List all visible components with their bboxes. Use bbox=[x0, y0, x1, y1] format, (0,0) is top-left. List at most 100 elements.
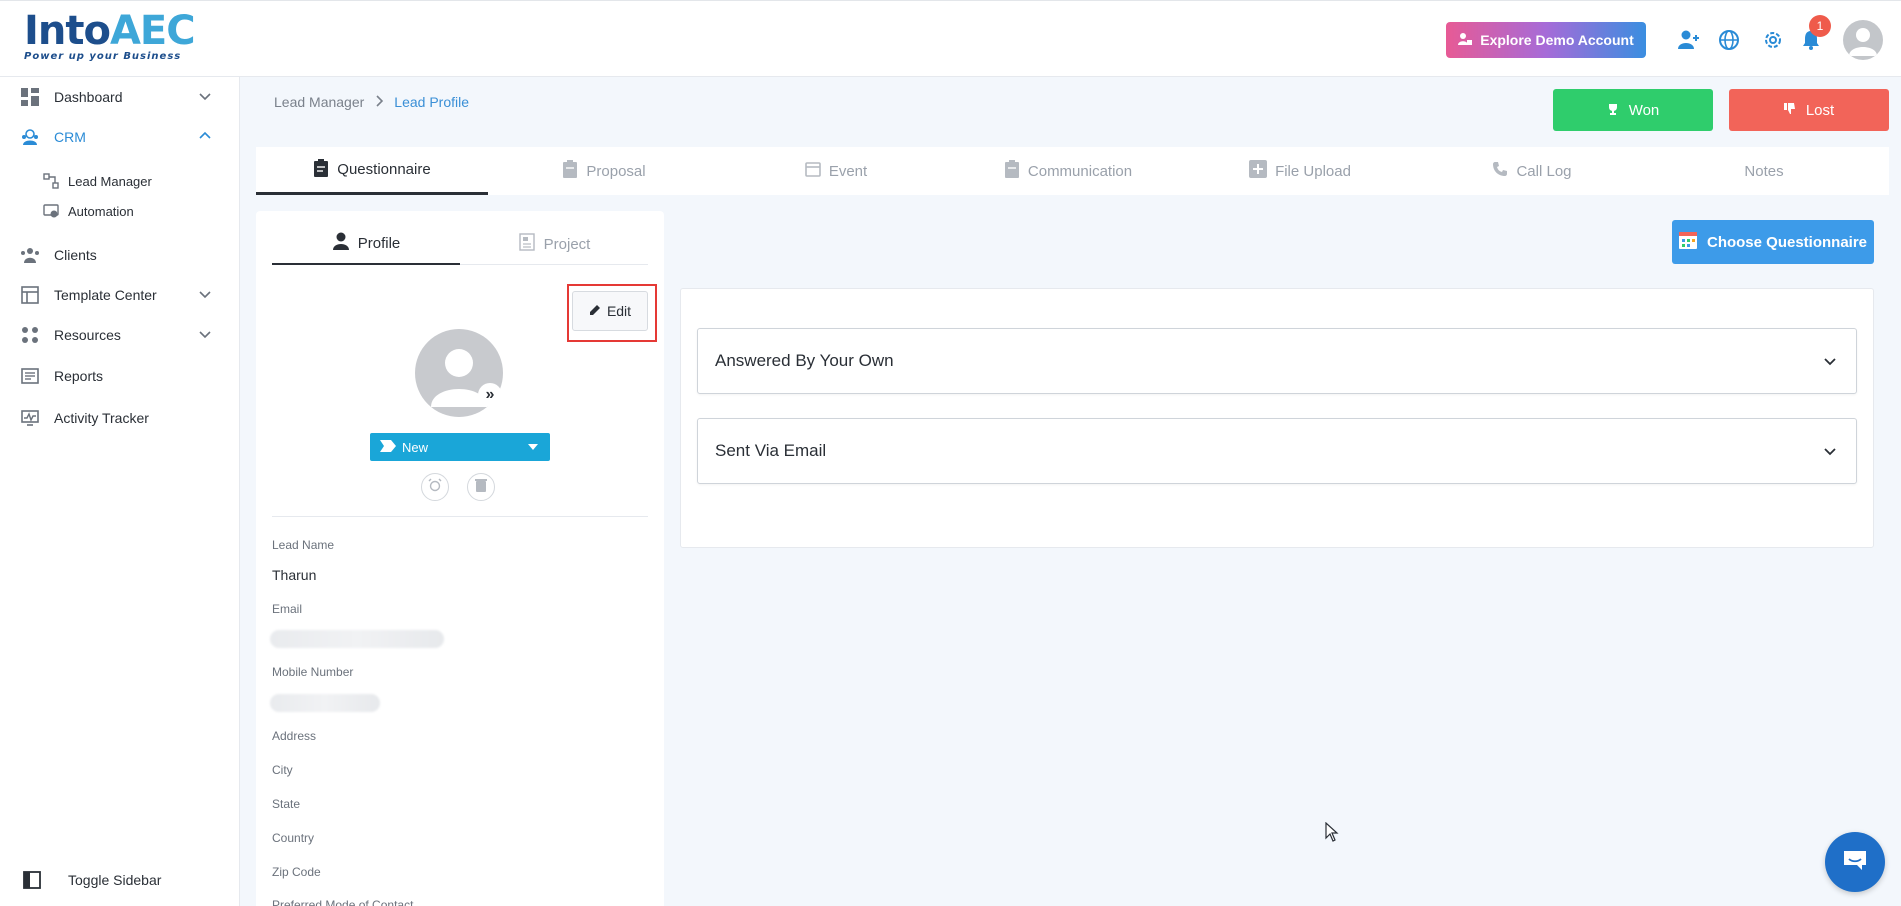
user-icon bbox=[332, 232, 350, 254]
state-label: State bbox=[272, 797, 301, 811]
choose-questionnaire-button[interactable]: Choose Questionnaire bbox=[1672, 220, 1874, 264]
sidebar-item-crm[interactable]: CRM bbox=[0, 118, 240, 156]
tab-notes[interactable]: Notes bbox=[1648, 147, 1880, 195]
crm-icon bbox=[20, 127, 40, 147]
sidebar-item-label: Resources bbox=[54, 327, 121, 343]
lost-button[interactable]: Lost bbox=[1729, 89, 1889, 131]
logo-tagline: Power up your Business bbox=[24, 51, 182, 62]
clipboard-icon bbox=[313, 158, 329, 181]
preferred-contact-label: Preferred Mode of Contact bbox=[272, 898, 414, 906]
clients-icon bbox=[20, 245, 40, 265]
resources-icon bbox=[20, 325, 40, 345]
explore-demo-account-button[interactable]: Explore Demo Account bbox=[1446, 22, 1646, 58]
template-icon bbox=[20, 285, 40, 305]
sidebar-item-label: Template Center bbox=[54, 287, 157, 303]
sidebar-item-label: Lead Manager bbox=[68, 173, 152, 189]
tab-project[interactable]: Project bbox=[460, 223, 648, 265]
edit-button[interactable]: Edit bbox=[572, 291, 648, 331]
chevron-down-icon bbox=[198, 287, 214, 303]
delete-button[interactable] bbox=[467, 473, 495, 501]
calendar-grid-icon bbox=[1678, 231, 1697, 253]
breadcrumb-parent[interactable]: Lead Manager bbox=[274, 94, 364, 110]
sidebar-toggle-icon bbox=[22, 870, 42, 890]
mouse-cursor-icon bbox=[1325, 821, 1339, 842]
toggle-sidebar-button[interactable]: Toggle Sidebar bbox=[0, 861, 240, 899]
chat-support-button[interactable] bbox=[1825, 832, 1885, 892]
sidebar-item-label: Clients bbox=[54, 247, 97, 263]
clipboard-icon bbox=[1004, 160, 1020, 182]
trophy-icon bbox=[1607, 102, 1619, 119]
email-value-redacted bbox=[270, 630, 444, 648]
toggle-sidebar-label: Toggle Sidebar bbox=[68, 872, 162, 888]
chat-bubble-icon bbox=[1842, 849, 1868, 876]
tab-event[interactable]: Event bbox=[720, 147, 952, 195]
sidebar-item-automation[interactable]: Automation bbox=[0, 197, 240, 225]
sidebar-item-label: Dashboard bbox=[54, 89, 123, 105]
plus-square-icon bbox=[1249, 160, 1268, 182]
lead-name-label: Lead Name bbox=[272, 538, 335, 552]
sidebar-item-dashboard[interactable]: Dashboard bbox=[0, 78, 240, 116]
tab-profile[interactable]: Profile bbox=[272, 223, 460, 265]
notification-badge: 1 bbox=[1809, 15, 1831, 37]
accordion-title: Sent Via Email bbox=[715, 441, 827, 460]
dashboard-icon bbox=[20, 87, 40, 107]
chevron-down-icon bbox=[198, 89, 214, 105]
tab-questionnaire[interactable]: Questionnaire bbox=[256, 147, 488, 195]
breadcrumb: Lead Manager Lead Profile bbox=[274, 94, 469, 110]
gear-icon[interactable] bbox=[1760, 27, 1786, 53]
profile-tabs: Profile Project bbox=[272, 223, 648, 265]
chevron-up-icon bbox=[198, 129, 214, 145]
profile-divider bbox=[272, 516, 648, 517]
chevron-down-icon bbox=[1822, 353, 1838, 369]
city-label: City bbox=[272, 763, 293, 777]
phone-icon bbox=[1492, 161, 1508, 181]
accordion-sent-via-email[interactable]: Sent Via Email bbox=[697, 418, 1857, 484]
tab-file-upload[interactable]: File Upload bbox=[1184, 147, 1416, 195]
sidebar-item-resources[interactable]: Resources bbox=[0, 316, 240, 354]
chevron-down-icon bbox=[198, 327, 214, 343]
tab-communication[interactable]: Communication bbox=[952, 147, 1184, 195]
globe-icon[interactable] bbox=[1716, 27, 1742, 53]
sidebar-item-label: Automation bbox=[68, 203, 134, 219]
tag-icon bbox=[380, 439, 396, 455]
sidebar-item-label: Reports bbox=[54, 368, 104, 384]
sidebar-item-label: Activity Tracker bbox=[54, 410, 149, 426]
sidebar-item-template-center[interactable]: Template Center bbox=[0, 276, 240, 314]
tab-call-log[interactable]: Call Log bbox=[1416, 147, 1648, 195]
trash-icon bbox=[475, 478, 487, 497]
lead-status-select[interactable]: New bbox=[370, 433, 550, 461]
country-label: Country bbox=[272, 831, 315, 845]
sidebar-item-reports[interactable]: Reports bbox=[0, 357, 240, 395]
mobile-value-redacted bbox=[270, 694, 380, 712]
intoaec-logo[interactable]: IntoAEC Power up your Business bbox=[24, 9, 196, 67]
questionnaire-panel: Answered By Your Own Sent Via Email bbox=[680, 288, 1874, 548]
sidebar-item-lead-manager[interactable]: Lead Manager bbox=[0, 167, 240, 195]
sidebar-item-activity-tracker[interactable]: Activity Tracker bbox=[0, 399, 240, 437]
activity-icon bbox=[20, 408, 40, 428]
reports-icon bbox=[20, 366, 40, 386]
calendar-icon bbox=[805, 161, 821, 181]
profile-card: Profile Project Edit » New Lead Name Tha… bbox=[256, 211, 664, 906]
tab-proposal[interactable]: Proposal bbox=[488, 147, 720, 195]
caret-down-icon bbox=[528, 444, 538, 450]
alarm-icon bbox=[428, 478, 442, 497]
clipboard-icon bbox=[562, 160, 578, 182]
accordion-answered-by-your-own[interactable]: Answered By Your Own bbox=[697, 328, 1857, 394]
mobile-label: Mobile Number bbox=[272, 665, 354, 679]
add-user-icon[interactable] bbox=[1675, 27, 1701, 53]
chevron-right-icon bbox=[374, 94, 384, 110]
double-chevron-icon[interactable]: » bbox=[478, 383, 502, 407]
breadcrumb-current: Lead Profile bbox=[394, 94, 470, 110]
top-header: IntoAEC Power up your Business Explore D… bbox=[0, 0, 1901, 77]
won-button[interactable]: Won bbox=[1553, 89, 1713, 131]
sidebar-item-clients[interactable]: Clients bbox=[0, 236, 240, 274]
address-label: Address bbox=[272, 729, 317, 743]
lead-name-value: Tharun bbox=[272, 567, 317, 583]
zip-label: Zip Code bbox=[272, 865, 321, 879]
alarm-button[interactable] bbox=[421, 473, 449, 501]
sidebar: Dashboard CRM Lead Manager Automation Cl… bbox=[0, 77, 240, 906]
user-avatar[interactable] bbox=[1843, 20, 1883, 60]
lead-tabs: Questionnaire Proposal Event Communicati… bbox=[256, 147, 1889, 195]
accordion-title: Answered By Your Own bbox=[715, 351, 894, 370]
thumbs-down-icon bbox=[1783, 102, 1796, 119]
